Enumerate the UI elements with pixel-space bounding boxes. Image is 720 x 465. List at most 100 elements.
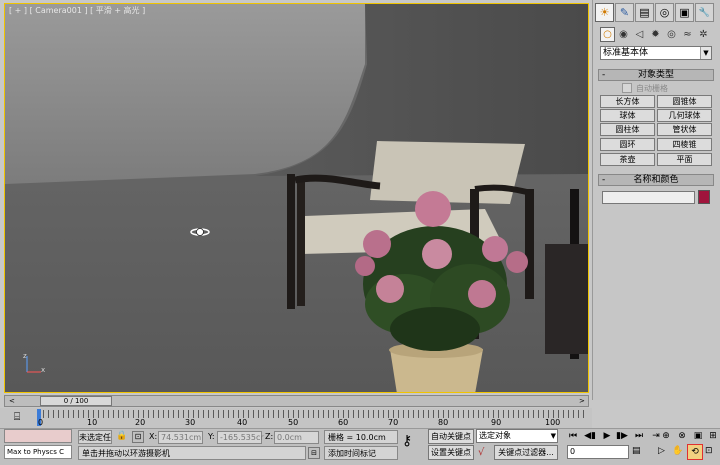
zoom-extents-all-icon[interactable]: ⊞ [707,430,719,442]
selection-status: 未选定任 [78,430,112,444]
pan-icon[interactable]: ✋ [672,446,683,456]
maxscript-listener[interactable]: Max to Physcs C [4,445,72,459]
tick-label: 100 [545,418,561,427]
create-tab[interactable]: ☀ [595,3,614,22]
utilities-tab[interactable]: 🔧 [695,3,714,22]
spacewarps-icon: ≈ [683,29,692,40]
next-frame-icon[interactable]: > [579,397,585,405]
time-tag-icon[interactable]: ⊟ [308,447,320,459]
goto-start-icon[interactable]: ⏮ [567,430,579,442]
set-key-button[interactable]: 设置关键点 [428,445,474,460]
camera-viewport[interactable]: [ + ] [ Camera001 ] [ 平滑 + 高光 ] z x [4,3,589,393]
tick-label: 90 [491,418,502,427]
modify-tab[interactable]: ✎ [615,3,634,22]
object-color-swatch[interactable] [698,190,710,204]
box-button[interactable]: 长方体 [600,95,655,108]
name-color-title: 名称和颜色 [633,175,679,185]
key-filters-button[interactable]: 关键点过滤器... [494,445,558,460]
display-icon: ▣ [679,6,690,19]
axis-z-label: z [23,352,27,360]
time-config-icon[interactable]: ▤ [632,446,641,456]
y-coordinate-field[interactable]: -165.535cr [217,431,264,444]
tick-label: 50 [288,418,299,427]
object-name-input[interactable] [602,191,695,204]
pyramid-button[interactable]: 四棱锥 [657,138,712,151]
hierarchy-tab[interactable]: ▤ [635,3,654,22]
y-label: Y: [208,432,215,441]
tick-label: 0 [38,418,44,427]
modify-icon: ✎ [619,6,630,19]
tick-label: 40 [237,418,248,427]
helpers-icon: ◎ [667,29,676,40]
object-type-title: 对象类型 [637,70,674,80]
cameras-category[interactable]: ✹ [648,27,663,42]
prompt-line: 单击并拖动以环游摄影机 [78,446,306,460]
selected-object-dropdown[interactable]: 选定对象 ▼ [476,429,558,443]
time-slider-thumb[interactable]: 0 / 100 [40,396,112,406]
x-coordinate-field[interactable]: 74.531cm [158,431,203,444]
viewport-scene [5,4,588,392]
prev-key-icon[interactable]: ◀▮ [584,430,596,442]
fov-icon[interactable]: ▷ [658,446,665,456]
play-icon[interactable]: ▶ [601,430,613,442]
teapot-button[interactable]: 茶壶 [600,153,655,166]
lock-selection-icon[interactable]: 🔒 [116,431,127,441]
torus-button[interactable]: 圆环 [600,138,655,151]
shapes-icon: ◉ [619,29,628,40]
zoom-all-icon[interactable]: ⊗ [676,430,688,442]
create-icon: ☀ [599,6,610,19]
maximize-viewport-icon[interactable]: ⊡ [705,446,713,456]
x-label: X: [149,432,158,441]
grid-size-status: 栅格 = 10.0cm [324,430,398,444]
rollout-collapse-icon: - [602,175,606,185]
geosphere-button[interactable]: 几何球体 [657,109,712,122]
next-key-icon[interactable]: ▮▶ [616,430,628,442]
maxscript-listener-pink[interactable] [4,429,72,443]
axis-x-label: x [41,366,46,374]
autogrid-label: 自动栅格 [636,84,668,93]
absolute-mode-icon[interactable]: ⊡ [132,431,144,443]
z-coordinate-field[interactable]: 0.0cm [274,431,319,444]
tick-label: 30 [185,418,196,427]
prev-frame-icon[interactable]: < [9,397,15,405]
hierarchy-icon: ▤ [639,6,650,19]
tube-button[interactable]: 管状体 [657,123,712,136]
motion-icon: ◎ [659,6,670,19]
systems-category[interactable]: ✲ [696,27,711,42]
lights-icon: ◁ [635,29,644,40]
goto-end-icon[interactable]: ⏭ [633,430,645,442]
display-tab[interactable]: ▣ [675,3,694,22]
auto-key-button[interactable]: 自动关键点 [428,429,474,444]
utilities-icon: 🔧 [698,7,711,18]
add-time-tag-button[interactable]: 添加时间标记 [324,446,398,460]
viewport-label[interactable]: [ + ] [ Camera001 ] [ 平滑 + 高光 ] [9,5,145,16]
dropdown-value: 标准基本体 [603,48,649,58]
current-frame-field[interactable]: 0 [567,445,629,459]
shapes-category[interactable]: ◉ [616,27,631,42]
set-key-mode-icon[interactable]: ⚷ [402,433,412,449]
mini-curve-editor-icon[interactable]: ⌸ [10,410,24,424]
systems-icon: ✲ [699,29,708,40]
spacewarps-category[interactable]: ≈ [680,27,695,42]
helpers-category[interactable]: ◎ [664,27,679,42]
motion-tab[interactable]: ◎ [655,3,674,22]
geometry-icon: ○ [603,29,612,40]
rollout-collapse-icon: - [602,70,606,80]
zoom-extents-icon[interactable]: ▣ [692,430,704,442]
orbit-camera-icon[interactable]: ⟲ [687,444,703,460]
geometry-category[interactable]: ○ [600,27,615,42]
cylinder-button[interactable]: 圆柱体 [600,123,655,136]
zoom-icon[interactable]: ⊕ [660,430,672,442]
plane-button[interactable]: 平面 [657,153,712,166]
cone-button[interactable]: 圆锥体 [657,95,712,108]
tick-label: 20 [135,418,146,427]
name-color-rollout[interactable]: - 名称和颜色 [598,174,714,186]
time-slider-track[interactable]: 0 / 100 < > [4,395,589,407]
primitive-type-dropdown[interactable]: 标准基本体 ▼ [600,46,712,60]
key-filter-curve-icon: √ [478,447,485,458]
tick-label: 10 [87,418,98,427]
autogrid-checkbox[interactable] [622,83,632,93]
object-type-rollout[interactable]: - 对象类型 [598,69,714,81]
sphere-button[interactable]: 球体 [600,109,655,122]
lights-category[interactable]: ◁ [632,27,647,42]
